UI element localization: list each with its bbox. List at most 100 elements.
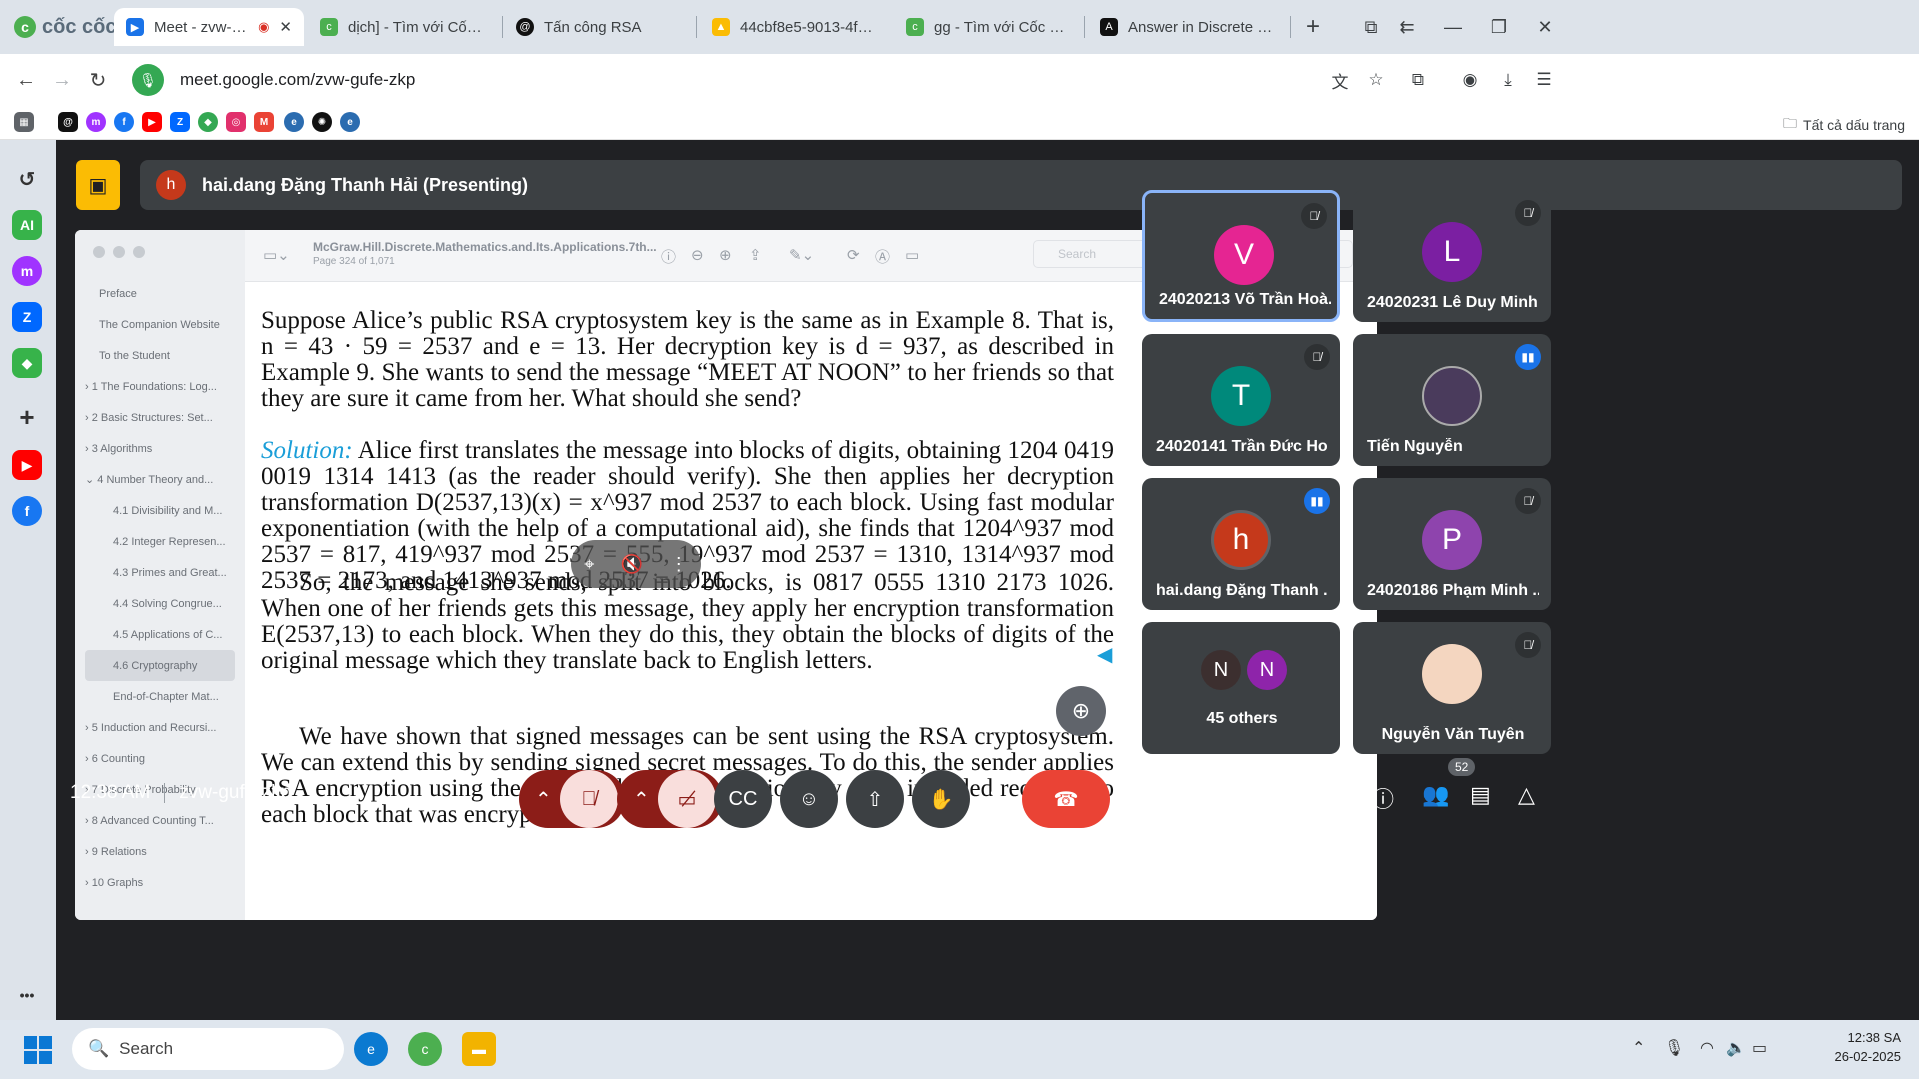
history-icon[interactable]: ↺ [12, 164, 42, 194]
share-icon[interactable]: ⇪ [749, 246, 762, 264]
participant-tile[interactable]: 🎙̸ Nguyễn Văn Tuyên [1353, 622, 1551, 754]
toc-item-selected[interactable]: 4.6 Cryptography [85, 650, 235, 681]
window-close-icon[interactable]: ✕ [1530, 12, 1560, 42]
sidebar-toggle-icon[interactable]: ▭⌄ [263, 246, 290, 264]
facebook-icon[interactable]: f [12, 496, 42, 526]
forward-arrow-icon[interactable]: → [46, 64, 78, 96]
youtube-icon[interactable]: ▶ [12, 450, 42, 480]
mic-in-use-icon[interactable]: 🎙 [132, 64, 164, 96]
tab-search-icon[interactable]: ⧉ [1356, 12, 1386, 42]
threads-bookmark-icon[interactable]: @ [58, 112, 78, 132]
toc-item[interactable]: 4.3 Primes and Great... [75, 557, 245, 588]
edu2-bookmark-icon[interactable]: e [340, 112, 360, 132]
tray-chevron-icon[interactable]: ⌃ [1632, 1038, 1645, 1058]
translate-icon[interactable]: 文 [1326, 66, 1354, 94]
ai-icon[interactable]: AI [12, 210, 42, 240]
game-icon[interactable]: ◆ [12, 348, 42, 378]
others-tile[interactable]: N N 45 others [1142, 622, 1340, 754]
new-tab-icon[interactable]: + [1298, 12, 1328, 42]
presentation-icon[interactable]: ▣ [76, 160, 120, 210]
back-arrow-icon[interactable]: ← [10, 64, 42, 96]
mute-off-icon[interactable]: 🔇 [621, 554, 643, 575]
reload-icon[interactable]: ↻ [82, 64, 114, 96]
menu-icon[interactable]: ☰ [1530, 66, 1558, 94]
tab-close-icon[interactable]: ✕ [279, 18, 292, 36]
windows-start-icon[interactable] [24, 1036, 52, 1064]
participant-tile[interactable]: L 🎙̸ 24020231 Lê Duy Minh [1353, 190, 1551, 322]
info-icon[interactable]: ⓘ [661, 246, 676, 267]
add-panel-icon[interactable]: + [12, 402, 42, 432]
messenger-bookmark-icon[interactable]: m [86, 112, 106, 132]
toc-item[interactable]: 4.5 Applications of C... [75, 619, 245, 650]
pin-off-icon[interactable]: ⌖ [584, 554, 594, 575]
toc-item[interactable]: Preface [75, 278, 245, 309]
zoom-out-icon[interactable]: ⊖ [691, 246, 704, 264]
tab-search-gg[interactable]: c gg - Tìm với Cốc Cốc [894, 8, 1086, 46]
toc-item[interactable]: The Companion Website [75, 309, 245, 340]
tray-mic-icon[interactable]: 🎙 [1664, 1038, 1684, 1058]
zoom-in-icon[interactable]: ⊕ [719, 246, 732, 264]
apps-grid-icon[interactable]: ▦ [14, 112, 34, 132]
taskbar-search[interactable]: 🔍 Search [72, 1028, 344, 1070]
system-clock[interactable]: 12:38 SA 26-02-2025 [1835, 1028, 1902, 1066]
meeting-details-icon[interactable]: ⓘ [1372, 782, 1394, 814]
people-icon[interactable]: 👥 [1422, 782, 1449, 808]
tab-search-dich[interactable]: c dịch] - Tìm với Cốc Cốc [308, 8, 500, 46]
participant-tile[interactable]: V 🎙̸ 24020213 Võ Trần Hoà... [1142, 190, 1340, 322]
toc-item[interactable]: 4.1 Divisibility and M... [75, 495, 245, 526]
instagram-bookmark-icon[interactable]: ◎ [226, 112, 246, 132]
more-icon[interactable]: ••• [12, 980, 42, 1010]
edge-icon[interactable]: e [354, 1032, 388, 1066]
rotate-icon[interactable]: ⟳ [847, 246, 860, 264]
markup-pen-icon[interactable]: ✎⌄ [789, 246, 814, 264]
coccoc-taskbar-icon[interactable]: c [408, 1032, 442, 1066]
participant-tile[interactable]: ▮▮ Tiến Nguyễn [1353, 334, 1551, 466]
toc-item[interactable]: › 2 Basic Structures: Set... [75, 402, 245, 433]
bookmark-star-icon[interactable]: ☆ [1362, 66, 1390, 94]
tab-drive-file[interactable]: ▲ 44cbf8e5-9013-4fbb-ab8 [700, 8, 892, 46]
restore-icon[interactable]: ❐ [1484, 12, 1514, 42]
toc-item[interactable]: 4.4 Solving Congrue... [75, 588, 245, 619]
form-icon[interactable]: ▭ [905, 246, 919, 264]
all-bookmarks[interactable]: 🗀 Tất cả dấu trang [1783, 113, 1905, 137]
more-vert-icon[interactable]: ⋮ [670, 554, 688, 575]
toc-item[interactable]: To the Student [75, 340, 245, 371]
file-explorer-icon[interactable]: ▬ [462, 1032, 496, 1066]
participant-tile[interactable]: P 🎙̸ 24020186 Phạm Minh ... [1353, 478, 1551, 610]
more-options-button[interactable]: ⋮ [970, 770, 1014, 828]
activities-icon[interactable]: △ [1518, 782, 1535, 808]
toc-item[interactable]: ⌄ 4 Number Theory and... [75, 464, 245, 495]
wifi-icon[interactable]: ◠ [1700, 1038, 1714, 1058]
reactions-button[interactable]: ☺ [780, 770, 838, 828]
battery-icon[interactable]: ▭ [1752, 1038, 1767, 1058]
download-icon[interactable]: ⤓ [1494, 66, 1522, 94]
present-button[interactable]: ⇧ [846, 770, 904, 828]
gmail-bookmark-icon[interactable]: M [254, 112, 274, 132]
extensions-icon[interactable]: ⧉ [1404, 66, 1432, 94]
messenger-icon[interactable]: m [12, 256, 42, 286]
tile-overlay-controls[interactable]: ⌖ 🔇 ⋮ [571, 540, 701, 588]
url-text[interactable]: meet.google.com/zvw-gufe-zkp [180, 70, 415, 90]
youtube-bookmark-icon[interactable]: ▶ [142, 112, 162, 132]
tab-answer[interactable]: A Answer in Discrete Mathe [1088, 8, 1288, 46]
leave-call-button[interactable]: ☎ [1022, 770, 1110, 828]
toc-item[interactable]: › 10 Graphs [75, 867, 245, 898]
tab-meet[interactable]: ▶ Meet - zvw-gufe- ◉ ✕ [114, 8, 304, 46]
profile-icon[interactable]: ◉ [1456, 66, 1484, 94]
mic-toggle-button[interactable]: 🎙̸ [560, 770, 618, 828]
facebook-bookmark-icon[interactable]: f [114, 112, 134, 132]
volume-icon[interactable]: 🔈 [1726, 1038, 1746, 1058]
captions-button[interactable]: CC [714, 770, 772, 828]
openai-bookmark-icon[interactable]: ✺ [312, 112, 332, 132]
zalo-bookmark-icon[interactable]: Z [170, 112, 190, 132]
chat-icon[interactable]: ▤ [1470, 782, 1491, 808]
raise-hand-button[interactable]: ✋ [912, 770, 970, 828]
toc-item[interactable]: › 1 The Foundations: Log... [75, 371, 245, 402]
tab-rsa[interactable]: @ Tấn công RSA [504, 8, 694, 46]
back-history-icon[interactable]: ⇇ [1392, 12, 1422, 42]
zoom-icon[interactable]: ⊕ [1056, 686, 1106, 736]
annotate-icon[interactable]: Ⓐ [875, 246, 890, 267]
maps-bookmark-icon[interactable]: ◆ [198, 112, 218, 132]
camera-toggle-button[interactable]: ▭̸ [658, 770, 716, 828]
zalo-icon[interactable]: Z [12, 302, 42, 332]
